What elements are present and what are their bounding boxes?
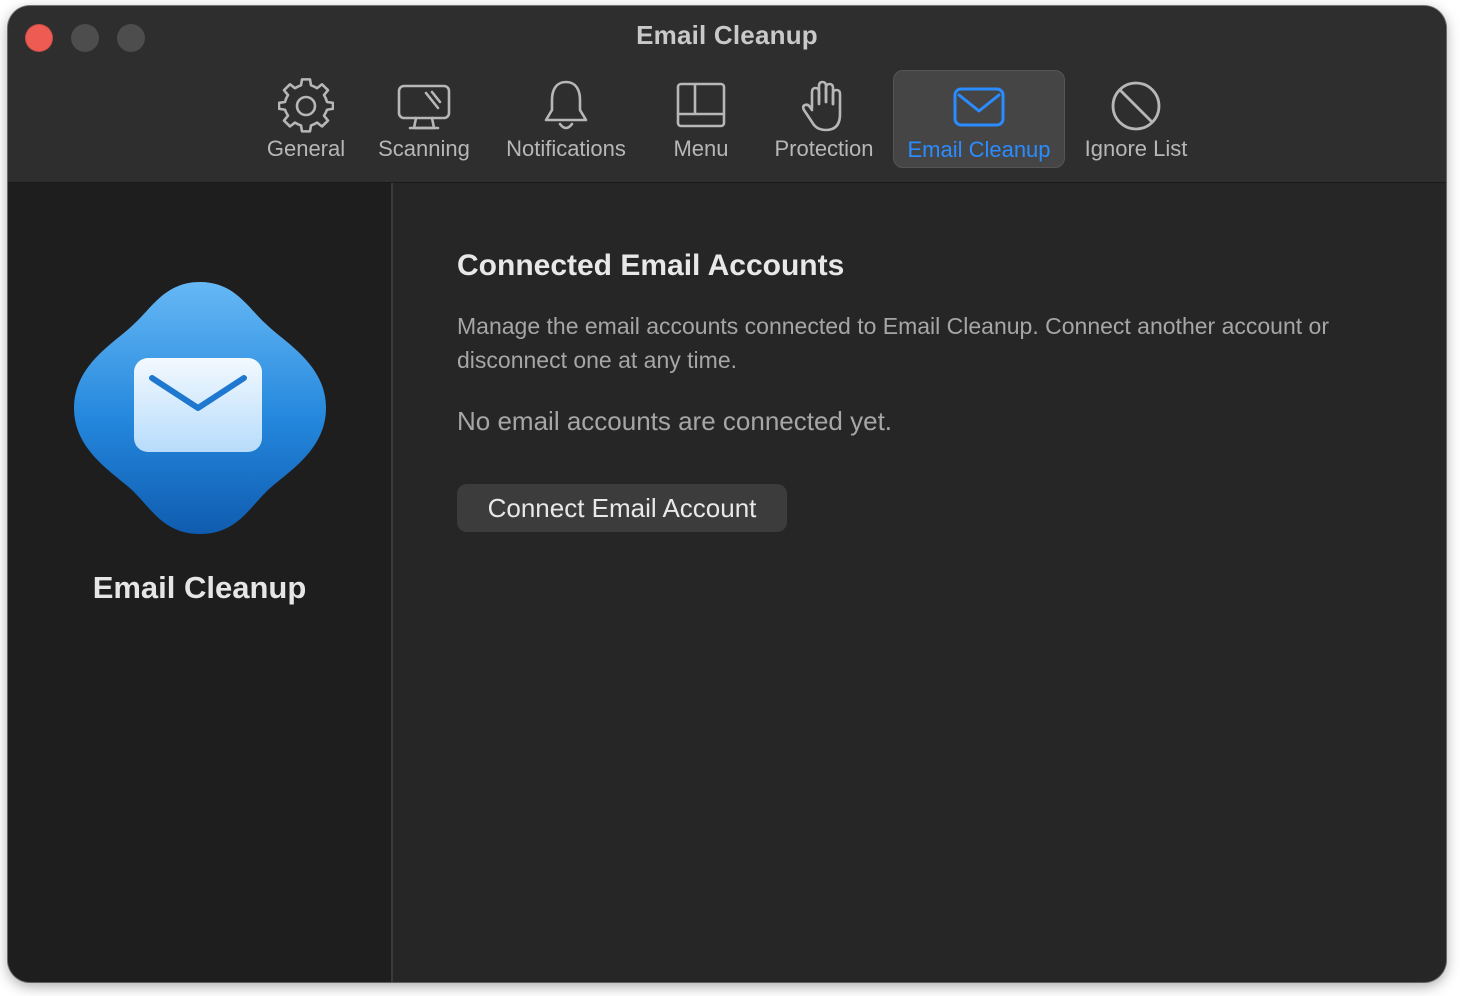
app-name: Email Cleanup — [92, 570, 307, 605]
prohibited-icon — [1106, 76, 1166, 136]
tab-label: Ignore List — [1084, 136, 1188, 161]
tab-ignore-list[interactable]: Ignore List — [1078, 70, 1194, 166]
tab-notifications[interactable]: Notifications — [496, 70, 636, 166]
tab-label: General — [266, 136, 346, 161]
tab-label: Email Cleanup — [907, 137, 1051, 162]
preferences-window: Email Cleanup General Scanning Notificat… — [8, 6, 1446, 982]
section-title: Connected Email Accounts — [457, 249, 845, 282]
tab-menu[interactable]: Menu — [668, 70, 734, 166]
preferences-toolbar: General Scanning Notifications Menu Prot… — [8, 70, 1446, 168]
gear-icon — [276, 76, 336, 136]
title-bar: Email Cleanup General Scanning Notificat… — [8, 6, 1446, 183]
hand-raised-icon — [794, 76, 854, 136]
tab-protection[interactable]: Protection — [766, 70, 882, 166]
tab-label: Notifications — [506, 136, 626, 161]
tab-scanning[interactable]: Scanning — [374, 70, 474, 166]
bell-icon — [536, 76, 596, 136]
connect-email-account-button[interactable]: Connect Email Account — [457, 484, 787, 532]
envelope-icon — [949, 77, 1009, 137]
tab-label: Protection — [774, 136, 874, 161]
tab-general[interactable]: General — [260, 70, 352, 166]
section-description: Manage the email accounts connected to E… — [457, 313, 1329, 373]
tab-email-cleanup[interactable]: Email Cleanup — [893, 70, 1065, 168]
tab-label: Scanning — [378, 136, 470, 161]
main-content: Connected Email Accounts Manage the emai… — [393, 183, 1446, 982]
display-scan-icon — [394, 76, 454, 136]
sidebar: Email Cleanup — [8, 183, 393, 982]
empty-state-message: No email accounts are connected yet. — [457, 406, 893, 436]
window-title: Email Cleanup — [636, 20, 818, 50]
tab-label: Menu — [673, 136, 729, 161]
envelope-app-icon — [70, 278, 330, 538]
menu-layout-icon — [671, 76, 731, 136]
